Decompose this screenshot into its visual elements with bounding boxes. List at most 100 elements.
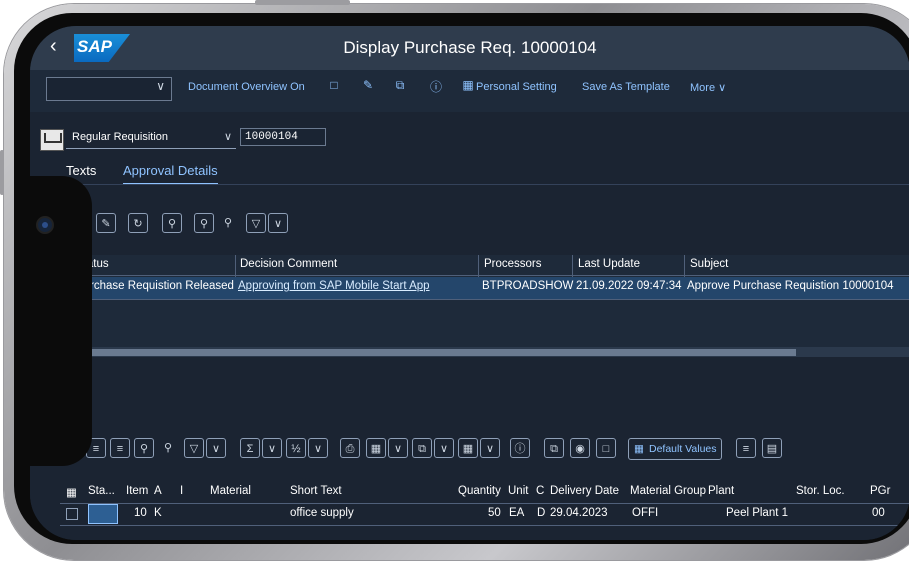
horizontal-scrollbar[interactable]: ‹ › [70,345,909,357]
column-short-text[interactable]: Short Text [290,485,342,497]
chevron-down-icon: ∨ [718,82,727,94]
table-row[interactable]: Purchase Requistion Released Approving f… [70,277,909,300]
column-last-update[interactable]: Last Update [578,258,640,270]
column-decision-comment[interactable]: Decision Comment [240,258,337,270]
side-button [0,150,4,195]
item-table-header: ▦ Sta... Item A I Material Short Text Qu… [60,481,909,504]
application-toolbar: ∨ Document Overview On □ ✎ ⧉ ⓘ ▦ Persona… [30,70,909,113]
tab-approval-details[interactable]: Approval Details [123,163,218,185]
column-account-assignment[interactable]: A [154,485,162,497]
more-label: More [690,82,716,94]
table-row[interactable]: 10 K office supply 50 EA D 29.04.2023 OF… [60,503,909,526]
layout-icon[interactable]: ▦ [458,438,478,458]
column-c[interactable]: C [536,485,544,497]
default-values-icon: ▦ [634,443,644,455]
camera-notch [30,176,92,466]
edit-pencil-icon[interactable]: ✎ [360,78,376,94]
processor-cell: BTPROADSHOW [482,280,574,292]
requisition-number-field[interactable]: 10000104 [240,128,326,146]
phone-device: ‹ SAP Display Purchase Req. 10000104 ∨ D… [0,0,909,564]
status-cell[interactable] [88,504,118,524]
chevron-down-icon[interactable]: ∨ [268,213,288,233]
column-item[interactable]: Item [126,485,148,497]
column-status[interactable]: Sta... [88,485,115,497]
column-material-group[interactable]: Material Group [630,485,706,497]
column-quantity[interactable]: Quantity [458,485,501,497]
subject-cell: Approve Purchase Requistion 10000104 [687,280,894,292]
item-overview-panel: ≡ ⚲ ≡ ≡ ⚲ ⚲ ▽ ∨ Σ ∨ ½ ∨ ⎙ ▦ ∨ ⧉ ∨ ▦ ∨ ⓘ [30,426,909,540]
sum-icon[interactable]: Σ [240,438,260,458]
tab-texts[interactable]: Texts [66,163,96,178]
info-icon[interactable]: ⓘ [510,438,530,458]
more-button[interactable]: More ∨ [690,81,726,94]
approval-grid: Status Decision Comment Processors Last … [70,255,909,350]
find-next-icon[interactable]: ⚲ [218,213,238,233]
column-subject[interactable]: Subject [690,258,728,270]
purchasing-group-cell: 00 [872,507,885,519]
chevron-down-icon[interactable]: ∨ [308,438,328,458]
document-overview-button[interactable]: Document Overview On [188,81,305,93]
zoom-icon[interactable]: ⚲ [162,213,182,233]
default-values-button[interactable]: ▦ Default Values [628,438,722,460]
info-icon[interactable]: ⓘ [428,78,444,94]
row-select-checkbox[interactable] [66,508,78,520]
column-delivery-date[interactable]: Delivery Date [550,485,619,497]
plant-cell: Peel Plant 1 [726,507,789,519]
shopping-cart-icon [40,129,64,151]
column-processors[interactable]: Processors [484,258,542,270]
chevron-down-icon: ∨ [223,131,232,143]
personal-setting-icon: ▦ [462,78,474,92]
document-type-select[interactable]: Regular Requisition ∨ [66,128,236,149]
find-icon[interactable]: ⚲ [194,213,214,233]
column-plant[interactable]: Plant [708,485,734,497]
copy-item-icon[interactable]: ⧉ [544,438,564,458]
scrollbar-thumb[interactable] [88,349,796,356]
filter-icon[interactable]: ▽ [246,213,266,233]
create-document-icon[interactable]: □ [326,78,342,94]
chevron-down-icon[interactable]: ∨ [480,438,500,458]
default-values-label: Default Values [649,443,717,455]
command-field[interactable]: ∨ [46,77,172,101]
user-details-icon[interactable]: ✎ [96,213,116,233]
item-cell: 10 [134,507,147,519]
chevron-down-icon: ∨ [156,79,165,93]
chevron-down-icon[interactable]: ∨ [434,438,454,458]
template-icon[interactable]: ▤ [762,438,782,458]
column-material[interactable]: Material [210,485,251,497]
grid-settings-icon[interactable]: ▦ [66,485,77,499]
refresh-icon[interactable]: ↻ [128,213,148,233]
approval-grid-header: Status Decision Comment Processors Last … [70,255,909,276]
find-next-icon[interactable]: ⚲ [158,438,178,458]
tab-strip: Texts Approval Details [30,156,909,186]
find-icon[interactable]: ⚲ [134,438,154,458]
delivery-date-cell: 29.04.2023 [550,507,608,519]
document-icon[interactable]: □ [596,438,616,458]
list-icon[interactable]: ≡ [736,438,756,458]
last-update-cell: 21.09.2022 09:47:34 [576,280,682,292]
column-purchasing-group[interactable]: PGr [870,485,890,497]
page-title: Display Purchase Req. 10000104 [343,38,597,57]
column-item-category[interactable]: I [180,485,183,497]
sort-descending-icon[interactable]: ≡ [110,438,130,458]
view-icon[interactable]: ▦ [366,438,386,458]
chevron-down-icon[interactable]: ∨ [262,438,282,458]
decision-comment-link[interactable]: Approving from SAP Mobile Start App [238,280,430,292]
account-assignment-cell: K [154,507,162,519]
volume-button [255,0,350,5]
save-as-template-button[interactable]: Save As Template [582,81,670,93]
quantity-cell: 50 [488,507,501,519]
chevron-down-icon[interactable]: ∨ [206,438,226,458]
material-group-cell: OFFI [632,507,659,519]
document-type-value: Regular Requisition [72,131,168,143]
personal-setting-button[interactable]: Personal Setting [476,81,557,93]
column-unit[interactable]: Unit [508,485,528,497]
export-icon[interactable]: ⧉ [412,438,432,458]
check-icon[interactable]: ◉ [570,438,590,458]
copy-icon[interactable]: ⧉ [392,78,408,94]
subtotal-icon[interactable]: ½ [286,438,306,458]
print-icon[interactable]: ⎙ [340,438,360,458]
chevron-down-icon[interactable]: ∨ [388,438,408,458]
column-storage-location[interactable]: Stor. Loc. [796,485,845,497]
filter-icon[interactable]: ▽ [184,438,204,458]
status-cell: Purchase Requistion Released [76,280,234,292]
